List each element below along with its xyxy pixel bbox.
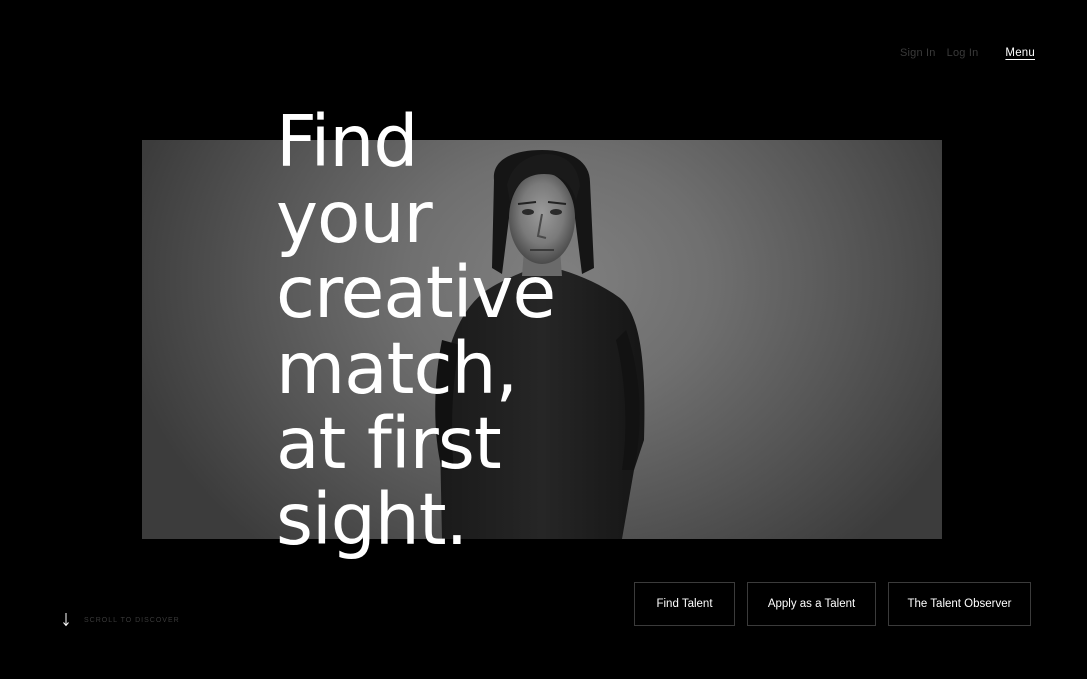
- scroll-hint-label: SCROLL TO DISCOVER: [84, 616, 180, 624]
- sign-in-link[interactable]: Sign In: [900, 47, 936, 59]
- header-nav: Sign In Log In Menu: [900, 47, 1035, 59]
- scroll-hint[interactable]: SCROLL TO DISCOVER: [60, 612, 180, 628]
- find-talent-button[interactable]: Find Talent: [634, 582, 735, 626]
- log-in-link[interactable]: Log In: [947, 47, 979, 59]
- arrow-down-icon: [63, 613, 69, 627]
- headline-line: sight.: [276, 477, 468, 561]
- talent-observer-button[interactable]: The Talent Observer: [888, 582, 1031, 626]
- menu-link[interactable]: Menu: [1005, 47, 1035, 59]
- apply-as-talent-button[interactable]: Apply as a Talent: [747, 582, 876, 626]
- headline-line: at first: [276, 402, 502, 485]
- landing-page: Sign In Log In Menu Find your creative m…: [0, 0, 1087, 679]
- headline-line: your: [276, 175, 433, 259]
- headline-line: creative: [276, 251, 556, 334]
- headline-line: match,: [276, 326, 518, 410]
- hero-headline: Find your creative match, at first sight…: [276, 104, 636, 557]
- headline-line: Find: [276, 100, 418, 183]
- cta-group: Find Talent Apply as a Talent The Talent…: [634, 582, 1031, 626]
